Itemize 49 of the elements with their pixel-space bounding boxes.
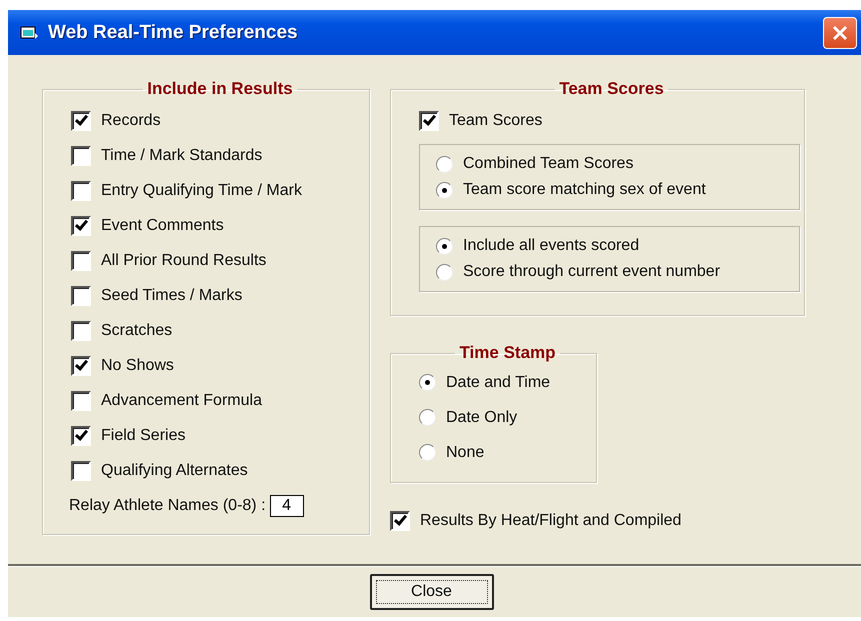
checkbox-label: Scratches: [101, 322, 172, 340]
radio-label: Date and Time: [446, 374, 550, 392]
checkbox-label: Team Scores: [449, 112, 542, 130]
checkbox[interactable]: [71, 356, 91, 376]
radio-button[interactable]: [419, 444, 436, 461]
radio-label: Date Only: [446, 408, 518, 426]
checkbox[interactable]: [71, 146, 91, 166]
checkbox[interactable]: [71, 426, 91, 446]
close-button[interactable]: Close: [370, 574, 494, 610]
checkbox-label: Event Comments: [101, 216, 224, 234]
checkbox-label: Records: [101, 112, 161, 130]
checkbox-label: Entry Qualifying Time / Mark: [101, 182, 302, 200]
checkbox-label: Qualifying Alternates: [101, 462, 248, 480]
radio-button[interactable]: [419, 374, 436, 391]
checkbox[interactable]: [71, 390, 91, 410]
group-title: Include in Results: [146, 79, 294, 99]
group-title: Team Scores: [558, 79, 665, 99]
close-icon[interactable]: [823, 16, 857, 48]
group-title: Time Stamp: [458, 343, 557, 363]
checkbox-label: Results By Heat/Flight and Compiled: [420, 512, 682, 530]
checkbox[interactable]: [71, 286, 91, 306]
checkbox[interactable]: [71, 320, 91, 340]
checkbox[interactable]: [71, 250, 91, 270]
checkbox-label: Time / Mark Standards: [101, 146, 262, 164]
radio-button[interactable]: [436, 264, 453, 280]
checkbox[interactable]: [71, 216, 91, 236]
checkbox[interactable]: [71, 110, 91, 130]
window-title: Web Real-Time Preferences: [48, 22, 299, 44]
checkbox[interactable]: [419, 110, 439, 130]
checkbox[interactable]: [71, 180, 91, 200]
radio-button[interactable]: [419, 409, 436, 426]
radio-button[interactable]: [436, 156, 453, 172]
number-field[interactable]: 4: [270, 494, 304, 516]
radio-label: Include all events scored: [463, 237, 640, 255]
checkbox-label: No Shows: [101, 356, 174, 374]
checkbox[interactable]: [390, 510, 410, 530]
radio-button[interactable]: [436, 182, 453, 198]
checkbox[interactable]: [71, 460, 91, 480]
checkbox-label: Field Series: [101, 426, 186, 444]
window-icon: [20, 24, 38, 40]
radio-label: None: [446, 444, 484, 462]
checkbox-label: Seed Times / Marks: [101, 286, 242, 304]
radio-label: Score through current event number: [463, 263, 720, 281]
field-label: Relay Athlete Names (0-8) :: [69, 496, 266, 514]
checkbox-label: All Prior Round Results: [101, 252, 266, 270]
checkbox-label: Advancement Formula: [101, 392, 262, 410]
radio-label: Combined Team Scores: [463, 155, 634, 173]
radio-button[interactable]: [436, 238, 453, 254]
radio-label: Team score matching sex of event: [463, 181, 706, 199]
